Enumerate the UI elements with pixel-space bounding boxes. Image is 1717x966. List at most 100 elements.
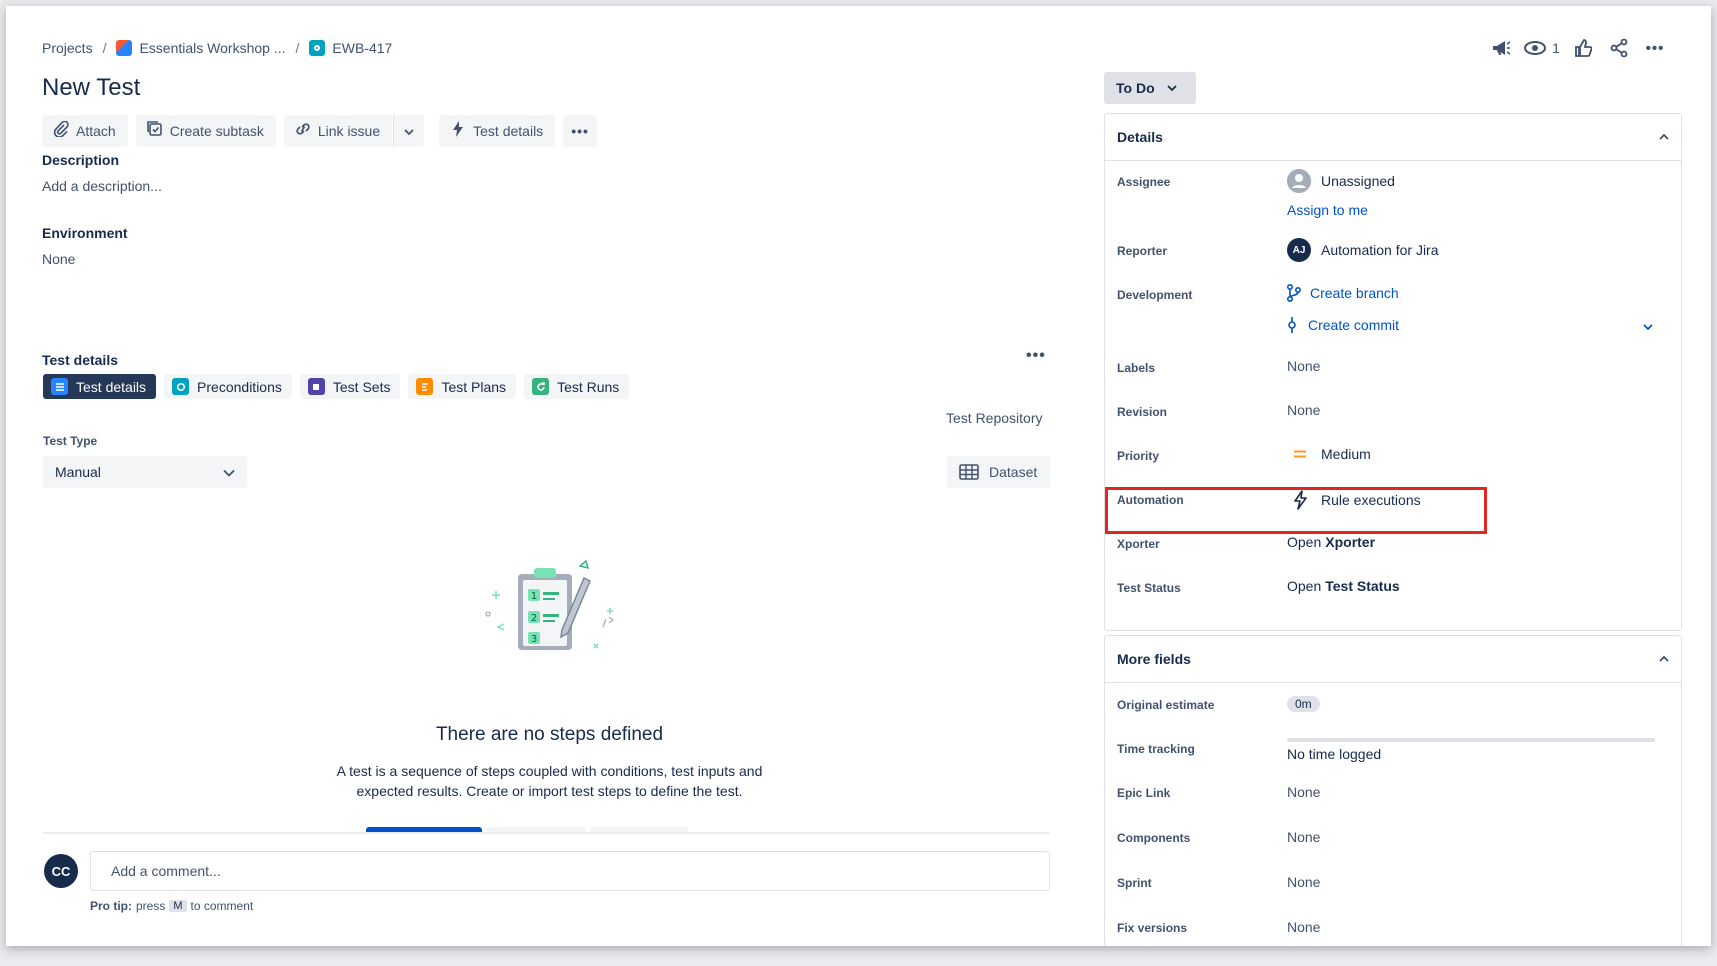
dataset-label: Dataset (989, 464, 1038, 480)
thumbs-up-icon[interactable] (1565, 34, 1601, 62)
pro-tip: Pro tip: press M to comment (90, 899, 253, 913)
revision-value[interactable]: None (1287, 402, 1320, 418)
tab-test-details[interactable]: Test details (43, 374, 157, 399)
issue-view: Projects / Essentials Workshop ... / EWB… (6, 6, 1711, 946)
tab-label: Test Runs (557, 378, 620, 395)
test-plan-icon (416, 378, 434, 395)
test-repository-label[interactable]: Test Repository (946, 410, 1042, 426)
chevron-up-icon[interactable] (1659, 133, 1669, 141)
tab-preconditions[interactable]: Preconditions (164, 374, 292, 399)
test-status-value[interactable]: Open Test Status (1287, 578, 1400, 594)
more-fields-header[interactable]: More fields (1105, 636, 1681, 683)
create-subtask-button[interactable]: Create subtask (135, 114, 276, 147)
reporter-label: Reporter (1117, 244, 1168, 258)
issue-title[interactable]: New Test (42, 74, 140, 102)
create-commit-link[interactable]: Create commit (1287, 316, 1399, 334)
dataset-button[interactable]: Dataset (947, 456, 1050, 488)
tab-label: Test Sets (332, 378, 391, 395)
megaphone-icon[interactable] (1483, 34, 1519, 62)
epic-link-value[interactable]: None (1287, 784, 1320, 800)
status-button[interactable]: To Do (1104, 72, 1196, 104)
environment-heading: Environment (42, 225, 128, 241)
test-type-label: Test Type (43, 434, 98, 448)
components-label: Components (1117, 831, 1191, 845)
priority-value[interactable]: Medium (1287, 446, 1371, 462)
test-details-button[interactable]: Test details (439, 114, 556, 147)
breadcrumb: Projects / Essentials Workshop ... / EWB… (42, 36, 392, 60)
attach-label: Attach (76, 122, 116, 139)
description-field[interactable]: Add a description... (42, 178, 162, 194)
breadcrumb-projects[interactable]: Projects (42, 40, 93, 56)
test-type-select[interactable]: Manual (43, 456, 247, 488)
epic-link-label: Epic Link (1117, 786, 1171, 800)
ellipsis-icon: ••• (571, 122, 589, 139)
labels-value[interactable]: None (1287, 358, 1320, 374)
fix-versions-label: Fix versions (1117, 921, 1188, 935)
breadcrumb-separator: / (295, 40, 300, 56)
breadcrumb-issue-key[interactable]: EWB-417 (332, 40, 392, 56)
xporter-value[interactable]: Open Xporter (1287, 534, 1375, 550)
link-icon (294, 121, 312, 141)
original-estimate-value[interactable]: 0m (1287, 696, 1320, 712)
chevron-down-icon[interactable] (1643, 318, 1653, 336)
tab-test-runs[interactable]: Test Runs (524, 374, 630, 399)
fix-versions-value[interactable]: None (1287, 919, 1320, 935)
pro-tip-label: Pro tip: (90, 899, 132, 913)
branch-icon (1287, 284, 1301, 302)
details-heading: Details (1117, 129, 1163, 145)
project-icon (116, 40, 133, 56)
empty-state-description: A test is a sequence of steps coupled wi… (286, 761, 813, 801)
sprint-label: Sprint (1117, 876, 1152, 890)
empty-state-desc-line-1: A test is a sequence of steps coupled wi… (336, 763, 763, 779)
test-status-open: Open (1287, 578, 1322, 594)
more-fields-heading: More fields (1117, 651, 1191, 667)
more-actions-icon[interactable]: ••• (1637, 34, 1673, 62)
priority-medium-icon (1293, 449, 1307, 459)
status-label: To Do (1116, 80, 1155, 96)
breadcrumb-project[interactable]: Essentials Workshop ... (139, 40, 285, 56)
components-value[interactable]: None (1287, 829, 1320, 845)
create-branch-label: Create branch (1310, 285, 1399, 301)
test-details-more-icon[interactable]: ••• (1026, 347, 1046, 365)
paperclip-icon (52, 120, 70, 141)
details-header[interactable]: Details (1105, 114, 1681, 161)
assignee-name: Unassigned (1321, 173, 1395, 189)
tab-test-plans[interactable]: Test Plans (408, 374, 517, 399)
priority-name: Medium (1321, 446, 1371, 462)
tab-label: Test Plans (441, 378, 507, 395)
create-subtask-label: Create subtask (169, 122, 264, 139)
comment-input[interactable]: Add a comment... (90, 851, 1050, 891)
reporter-name: Automation for Jira (1321, 242, 1439, 258)
more-toolbar-button[interactable]: ••• (563, 114, 597, 147)
chevron-down-icon (1166, 84, 1177, 92)
empty-state-desc-line-2: expected results. Create or import test … (356, 783, 743, 799)
avatar[interactable]: CC (44, 854, 78, 888)
sprint-value[interactable]: None (1287, 874, 1320, 890)
subtask-icon (146, 120, 164, 141)
create-branch-link[interactable]: Create branch (1287, 284, 1399, 302)
test-details-label: Test details (473, 122, 544, 139)
assignee-value[interactable]: Unassigned (1287, 169, 1395, 193)
test-status-name: Test Status (1325, 578, 1400, 594)
reporter-value[interactable]: AJ Automation for Jira (1287, 238, 1439, 262)
share-icon[interactable] (1601, 34, 1637, 62)
link-issue-button[interactable]: Link issue (283, 114, 393, 147)
watch-icon[interactable]: 1 (1519, 34, 1565, 62)
automation-highlight (1105, 487, 1487, 534)
bolt-icon (449, 120, 467, 142)
clipboard-illustration-icon: 1 2 3 (476, 552, 616, 667)
issue-toolbar: Attach Create subtask Link issue Test de… (42, 114, 605, 147)
assignee-label: Assignee (1117, 175, 1171, 189)
attach-button[interactable]: Attach (42, 114, 128, 147)
time-tracking-bar[interactable] (1287, 738, 1655, 742)
environment-value[interactable]: None (42, 251, 75, 267)
chevron-up-icon[interactable] (1659, 655, 1669, 663)
tab-test-sets[interactable]: Test Sets (299, 374, 401, 399)
assign-to-me-link[interactable]: Assign to me (1287, 202, 1368, 218)
development-label: Development (1117, 288, 1193, 302)
link-issue-dropdown[interactable] (393, 114, 425, 147)
xporter-name: Xporter (1325, 534, 1376, 550)
xporter-open: Open (1287, 534, 1322, 550)
create-commit-label: Create commit (1308, 317, 1400, 333)
svg-text:1: 1 (531, 591, 537, 602)
